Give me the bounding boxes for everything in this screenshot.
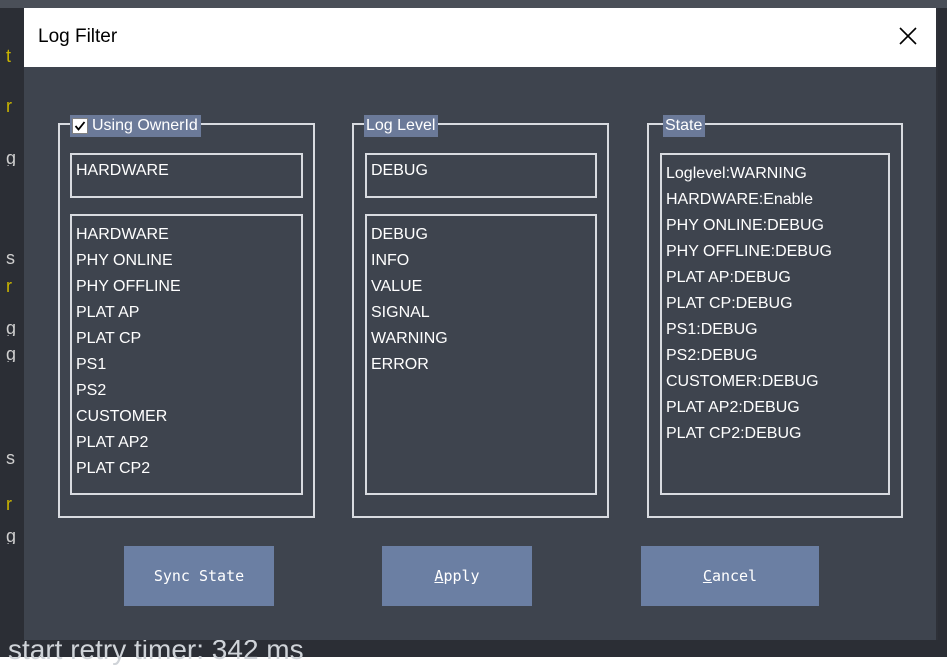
apply-accelerator: A — [434, 567, 444, 585]
close-button[interactable] — [890, 18, 926, 54]
background-terminal-glyph: g — [6, 320, 17, 336]
state-list-item: CUSTOMER:DEBUG — [666, 373, 819, 390]
owner-list-item[interactable]: PS2 — [76, 378, 297, 404]
checkmark-icon — [74, 121, 86, 131]
level-list-item[interactable]: DEBUG — [371, 222, 591, 248]
state-list-item: PLAT AP:DEBUG — [666, 269, 791, 286]
owner-list-item[interactable]: PLAT AP — [76, 300, 297, 326]
owner-id-legend: Using OwnerId — [70, 115, 201, 137]
background-terminal-topbar — [0, 0, 947, 8]
log-filter-dialog: Log Filter Using OwnerId HARDWARE HARDWA… — [24, 8, 938, 640]
state-list-item: PHY OFFLINE:DEBUG — [666, 243, 832, 260]
owner-id-listbox[interactable]: HARDWARE PHY ONLINE PHY OFFLINE PLAT AP … — [70, 214, 303, 495]
owner-list-item[interactable]: PS1 — [76, 352, 297, 378]
level-list-item[interactable]: ERROR — [371, 352, 591, 378]
owner-list-item[interactable]: PHY ONLINE — [76, 248, 297, 274]
state-list-item: Loglevel:WARNING — [666, 165, 807, 182]
apply-label: pply — [443, 567, 480, 585]
close-icon — [899, 27, 917, 45]
log-level-legend: Log Level — [364, 115, 439, 137]
using-owner-id-label: Using OwnerId — [92, 117, 198, 134]
dialog-title: Log Filter — [38, 26, 118, 47]
state-list-item: PLAT CP2:DEBUG — [666, 425, 802, 442]
state-listbox: Loglevel:WARNING HARDWARE:Enable PHY ONL… — [660, 153, 890, 495]
background-terminal-glyph: r — [6, 278, 12, 294]
using-owner-id-checkbox[interactable] — [72, 118, 88, 134]
dialog-titlebar: Log Filter — [24, 8, 936, 67]
log-level-listbox[interactable]: DEBUG INFO VALUE SIGNAL WARNING ERROR — [365, 214, 597, 495]
cancel-button[interactable]: Cancel — [641, 546, 819, 606]
background-terminal-glyph: r — [6, 98, 12, 114]
owner-id-selected-field[interactable]: HARDWARE — [70, 153, 303, 198]
log-level-selected-field[interactable]: DEBUG — [365, 153, 597, 198]
level-list-item[interactable]: INFO — [371, 248, 591, 274]
owner-list-item[interactable]: HARDWARE — [76, 222, 297, 248]
level-list-item[interactable]: WARNING — [371, 326, 591, 352]
state-list-item: PS1:DEBUG — [666, 321, 758, 338]
owner-list-item[interactable]: PLAT CP — [76, 326, 297, 352]
owner-list-item[interactable]: PHY OFFLINE — [76, 274, 297, 300]
owner-list-item[interactable]: CUSTOMER — [76, 404, 297, 430]
background-terminal-glyph: s — [6, 250, 15, 266]
background-terminal-glyph: s — [6, 450, 15, 466]
level-list-item[interactable]: VALUE — [371, 274, 591, 300]
level-list-item[interactable]: SIGNAL — [371, 300, 591, 326]
state-list-item: PHY ONLINE:DEBUG — [666, 217, 824, 234]
state-list-item: PLAT CP:DEBUG — [666, 295, 793, 312]
state-list-item: PS2:DEBUG — [666, 347, 758, 364]
sync-state-button[interactable]: Sync State — [124, 546, 274, 606]
state-list-item: HARDWARE:Enable — [666, 191, 814, 208]
background-terminal-glyph: t — [6, 48, 12, 64]
background-terminal-glyph: r — [6, 496, 12, 512]
owner-list-item[interactable]: PLAT AP2 — [76, 430, 297, 456]
cancel-accelerator: C — [702, 567, 712, 585]
owner-list-item[interactable]: PLAT CP2 — [76, 456, 297, 482]
state-legend: State — [663, 115, 706, 137]
background-terminal-glyph: g — [6, 150, 17, 166]
background-terminal-glyph: g — [6, 346, 17, 362]
apply-button[interactable]: Apply — [382, 546, 532, 606]
cancel-label: ancel — [711, 567, 758, 585]
background-terminal-glyph: g — [6, 528, 17, 544]
state-list-item: PLAT AP2:DEBUG — [666, 399, 800, 416]
